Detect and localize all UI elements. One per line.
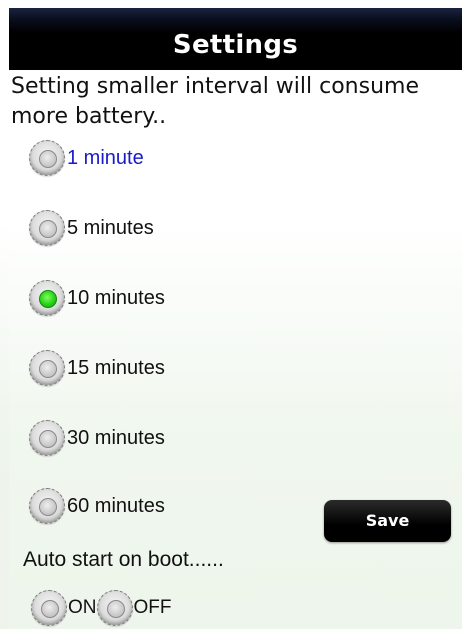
radio-dot-icon xyxy=(41,600,59,618)
settings-screen: Settings Setting smaller interval will c… xyxy=(9,0,462,629)
auto-start-label: Auto start on boot...... xyxy=(23,548,224,571)
radio-label: 10 minutes xyxy=(67,286,165,309)
auto-start-off-option[interactable]: OFF xyxy=(96,590,172,626)
radio-label: 60 minutes xyxy=(67,494,165,517)
radio-dot-icon xyxy=(39,360,57,378)
auto-start-toggle-group: ON OFF xyxy=(31,586,172,630)
radio-button-icon[interactable] xyxy=(31,590,67,626)
radio-label: 30 minutes xyxy=(67,426,165,449)
on-label: ON xyxy=(68,597,97,618)
radio-dot-icon xyxy=(106,600,125,618)
radio-label: 1 minute xyxy=(67,146,144,169)
off-label: OFF xyxy=(133,597,172,618)
radio-dot-icon xyxy=(39,220,57,238)
radio-dot-icon xyxy=(39,430,57,448)
radio-option-5-minutes[interactable]: 5 minutes xyxy=(29,206,154,250)
radio-option-15-minutes[interactable]: 15 minutes xyxy=(29,346,165,390)
save-button[interactable]: Save xyxy=(324,500,451,542)
radio-option-30-minutes[interactable]: 30 minutes xyxy=(29,416,165,460)
radio-button-icon[interactable] xyxy=(96,590,133,626)
radio-option-1-minute[interactable]: 1 minute xyxy=(29,136,144,180)
radio-button-icon[interactable] xyxy=(29,488,65,524)
page-title: Settings xyxy=(172,30,299,60)
radio-button-icon[interactable] xyxy=(29,210,65,246)
radio-button-icon[interactable] xyxy=(29,420,65,456)
radio-dot-icon xyxy=(39,498,57,516)
auto-start-on-option[interactable]: ON xyxy=(31,590,97,626)
radio-label: 15 minutes xyxy=(67,356,165,379)
radio-button-icon[interactable] xyxy=(29,350,65,386)
title-bar: Settings xyxy=(9,8,462,70)
radio-dot-icon xyxy=(39,290,57,308)
battery-notice: Setting smaller interval will consume mo… xyxy=(11,74,419,129)
radio-button-icon[interactable] xyxy=(29,140,65,176)
radio-option-10-minutes[interactable]: 10 minutes xyxy=(29,276,165,320)
radio-dot-icon xyxy=(39,150,57,168)
radio-button-checked-icon[interactable] xyxy=(29,280,65,316)
radio-label: 5 minutes xyxy=(67,216,154,239)
radio-option-60-minutes[interactable]: 60 minutes xyxy=(29,484,165,528)
